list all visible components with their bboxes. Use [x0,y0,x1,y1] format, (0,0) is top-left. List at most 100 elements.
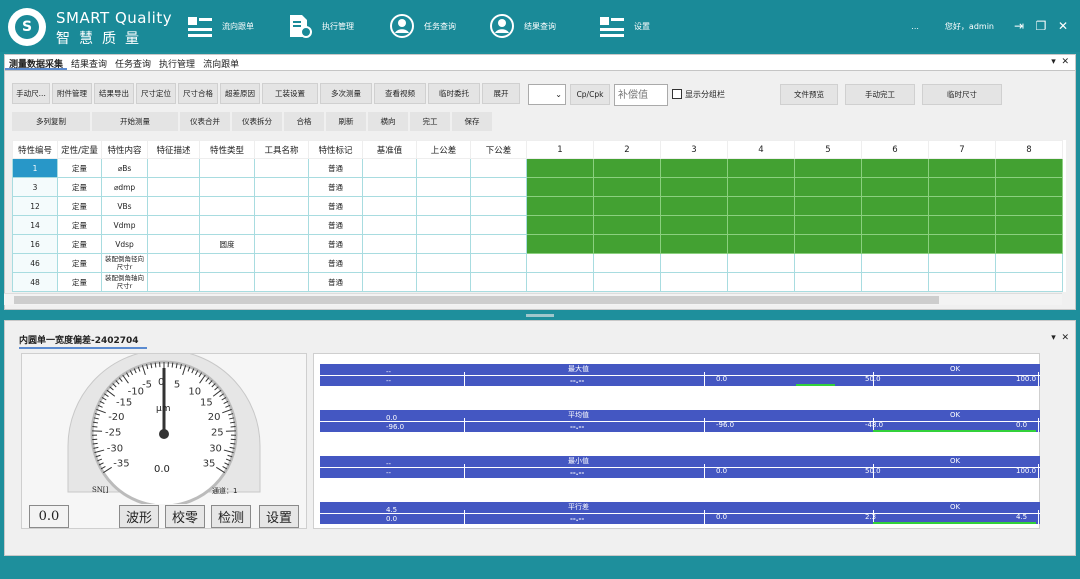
tab-flow[interactable]: 流向跟单 [199,55,243,70]
cell-measure[interactable] [995,272,1063,292]
cell-tool[interactable] [254,215,309,235]
column-header[interactable]: 定性/定量 [57,140,102,159]
cell-tool[interactable] [254,253,309,273]
fixture-button[interactable]: 工装设置 [262,83,318,104]
merge-gauge-button[interactable]: 仪表合并 [180,112,230,131]
cell-measure[interactable] [928,215,996,235]
cell-measure[interactable] [995,158,1063,178]
cell-id[interactable]: 3 [12,177,58,197]
cell-measure[interactable] [593,196,661,216]
column-header[interactable]: 5 [794,140,862,159]
nav-settings[interactable]: 设置 [598,0,650,52]
cell-measure[interactable] [861,177,929,197]
cell-measure[interactable] [995,177,1063,197]
cell-tool[interactable] [254,234,309,254]
cell-desc[interactable] [147,158,200,178]
cell-desc[interactable] [147,196,200,216]
cell-value[interactable] [416,253,471,273]
cell-type[interactable] [199,253,255,273]
video-button[interactable]: 查看视频 [374,83,426,104]
cpk-button[interactable]: Cp/Cpk [570,84,610,105]
export-button[interactable]: 结果导出 [94,83,134,104]
cell-desc[interactable] [147,234,200,254]
pin-icon[interactable]: ▾ ✕ [1051,333,1069,343]
table-row[interactable]: 16 定量 Vdsp 圆度 普通 [12,234,1063,254]
nav-task[interactable]: 任务查询 [388,0,456,52]
column-header[interactable]: 8 [995,140,1063,159]
cell-measure[interactable] [995,215,1063,235]
restore-icon[interactable]: ❐ [1030,15,1052,37]
column-header[interactable]: 3 [660,140,728,159]
cell-type[interactable] [199,196,255,216]
cell-value[interactable] [470,253,527,273]
cell-measure[interactable] [794,272,862,292]
cell-qual[interactable]: 定量 [57,215,102,235]
cell-measure[interactable] [928,177,996,197]
cell-value[interactable] [416,158,471,178]
cell-mark[interactable]: 普通 [308,177,363,197]
cell-measure[interactable] [794,196,862,216]
nav-exec[interactable]: 执行管理 [286,0,354,52]
cell-id[interactable]: 1 [12,158,58,178]
cell-tool[interactable] [254,196,309,216]
cell-measure[interactable] [593,272,661,292]
column-header[interactable]: 基准值 [362,140,417,159]
tab-task[interactable]: 任务查询 [111,55,155,70]
cell-measure[interactable] [660,196,728,216]
cell-value[interactable] [416,234,471,254]
cell-qual[interactable]: 定量 [57,272,102,292]
horizontal-button[interactable]: 横向 [368,112,408,131]
cell-desc[interactable] [147,272,200,292]
cell-id[interactable]: 12 [12,196,58,216]
finish-button[interactable]: 完工 [410,112,450,131]
table-row[interactable]: 14 定量 Vdmp 普通 [12,215,1063,235]
column-header[interactable]: 下公差 [470,140,527,159]
pass-button[interactable]: 合格 [284,112,324,131]
cell-measure[interactable] [794,215,862,235]
manual-size-button[interactable]: 手动尺... [12,83,50,104]
cell-value[interactable] [470,177,527,197]
cell-measure[interactable] [593,215,661,235]
column-header[interactable]: 特性编号 [12,140,58,159]
cell-tool[interactable] [254,158,309,178]
cell-value[interactable] [362,177,417,197]
cell-value[interactable] [470,272,527,292]
cell-content[interactable]: ⌀Bs [101,158,148,178]
column-header[interactable]: 1 [526,140,594,159]
cell-measure[interactable] [861,272,929,292]
nav-result[interactable]: 结果查询 [488,0,556,52]
cell-content[interactable]: 装配倒角轴向尺寸r [101,272,148,292]
cell-type[interactable] [199,215,255,235]
column-header[interactable]: 4 [727,140,795,159]
dropdown-select[interactable]: ⌄ [528,84,566,105]
cell-value[interactable] [362,196,417,216]
zero-button[interactable]: 校零 [165,505,205,528]
cell-id[interactable]: 48 [12,272,58,292]
cell-type[interactable] [199,158,255,178]
cell-value[interactable] [416,272,471,292]
cell-measure[interactable] [928,158,996,178]
cell-qual[interactable]: 定量 [57,177,102,197]
cell-mark[interactable]: 普通 [308,215,363,235]
setup-button[interactable]: 设置 [259,505,299,528]
cell-measure[interactable] [727,177,795,197]
cell-mark[interactable]: 普通 [308,158,363,178]
cell-value[interactable] [470,234,527,254]
cell-measure[interactable] [593,253,661,273]
cell-value[interactable] [362,158,417,178]
cell-value[interactable] [362,272,417,292]
cell-measure[interactable] [861,253,929,273]
cell-measure[interactable] [928,196,996,216]
cell-value[interactable] [362,253,417,273]
cell-value[interactable] [470,215,527,235]
cell-measure[interactable] [727,196,795,216]
cell-content[interactable]: Vdmp [101,215,148,235]
cell-value[interactable] [362,215,417,235]
save-button[interactable]: 保存 [452,112,492,131]
cell-measure[interactable] [593,234,661,254]
table-row[interactable]: 1 定量 ⌀Bs 普通 [12,158,1063,178]
cell-measure[interactable] [526,272,594,292]
cell-measure[interactable] [526,158,594,178]
start-measure-button[interactable]: 开始测量 [92,112,178,131]
tab-exec[interactable]: 执行管理 [155,55,199,70]
